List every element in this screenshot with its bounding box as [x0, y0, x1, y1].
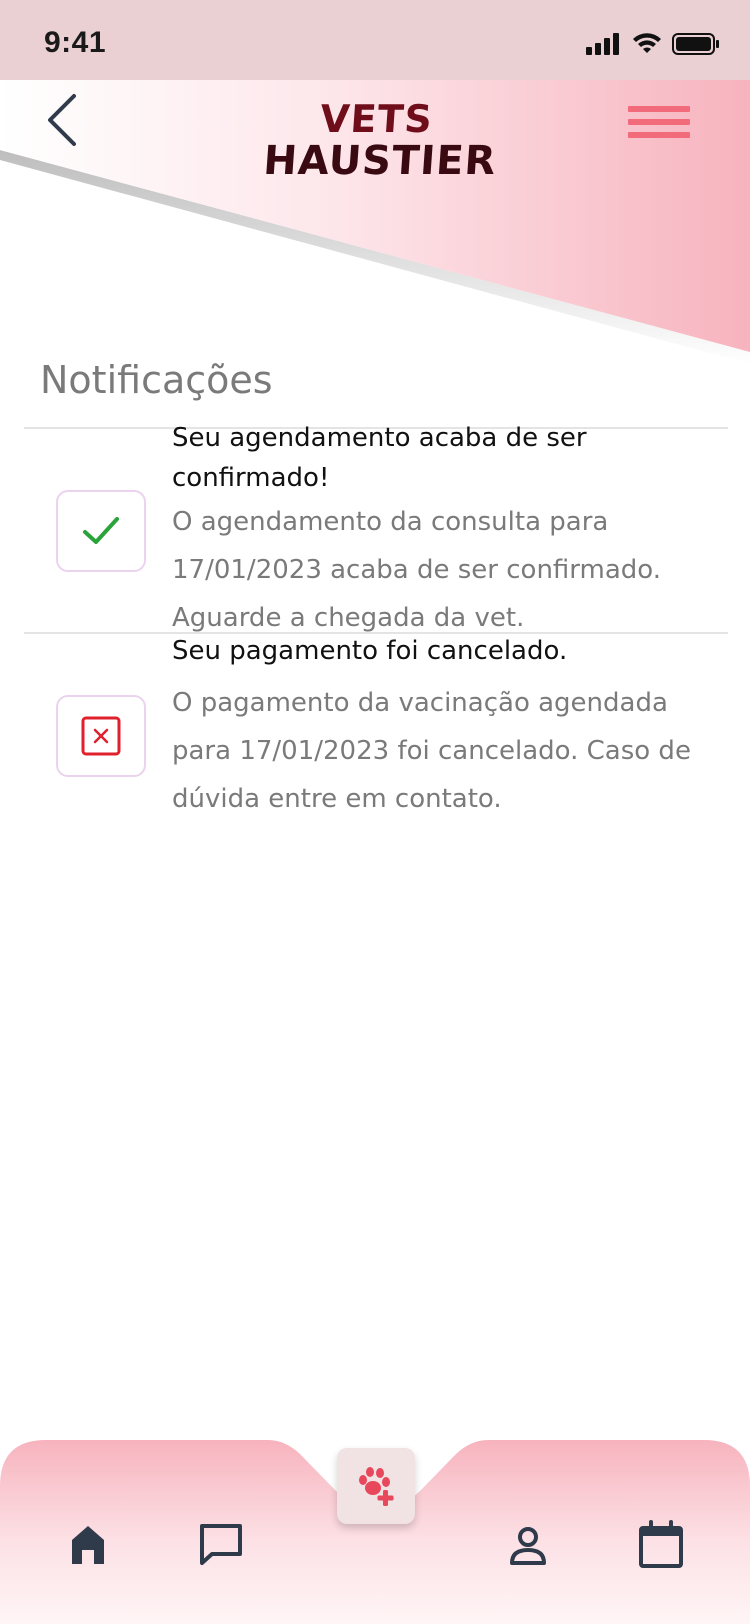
status-bar: 9:41 — [0, 0, 750, 80]
status-icons — [586, 32, 720, 56]
menu-button[interactable] — [628, 106, 690, 146]
profile-icon — [510, 1527, 546, 1565]
notification-item[interactable]: Seu agendamento acaba de ser confirmado!… — [0, 423, 750, 633]
logo-line-2: HAUSTIER — [261, 138, 498, 184]
check-icon — [83, 517, 119, 544]
notification-status-box — [56, 695, 146, 777]
chat-icon — [200, 1524, 242, 1565]
signal-icon — [586, 33, 619, 55]
notification-title: Seu pagamento foi cancelado. — [172, 636, 568, 666]
app-logo: VETS HAUSTIER — [261, 97, 498, 184]
notification-body: O agendamento da consulta para 17/01/202… — [172, 507, 662, 633]
logo-line-1: VETS — [318, 97, 435, 141]
home-icon — [72, 1526, 104, 1564]
wifi-icon — [633, 33, 661, 53]
nav-chat-button[interactable] — [198, 1522, 244, 1570]
menu-bar — [628, 106, 690, 112]
nav-profile-button[interactable] — [508, 1526, 548, 1570]
close-square-icon — [81, 716, 121, 756]
notification-item[interactable]: Seu pagamento foi cancelado. O pagamento… — [0, 633, 750, 823]
battery-icon — [672, 33, 719, 55]
notification-status-box — [56, 490, 146, 572]
notification-body: O pagamento da vacinação agendada para 1… — [172, 688, 691, 814]
nav-home-button[interactable] — [68, 1524, 108, 1570]
menu-bar — [628, 119, 690, 125]
chevron-left-icon — [48, 94, 76, 146]
nav-calendar-button[interactable] — [638, 1520, 684, 1572]
calendar-icon — [639, 1520, 683, 1568]
add-pet-button[interactable] — [337, 1448, 415, 1524]
menu-bar — [628, 132, 690, 138]
notification-title: Seu agendamento acaba de ser confirmado! — [172, 423, 587, 493]
paw-add-icon — [359, 1467, 394, 1506]
back-button[interactable] — [38, 88, 88, 152]
status-time: 9:41 — [44, 26, 107, 59]
page-title: Notificações — [40, 358, 273, 402]
